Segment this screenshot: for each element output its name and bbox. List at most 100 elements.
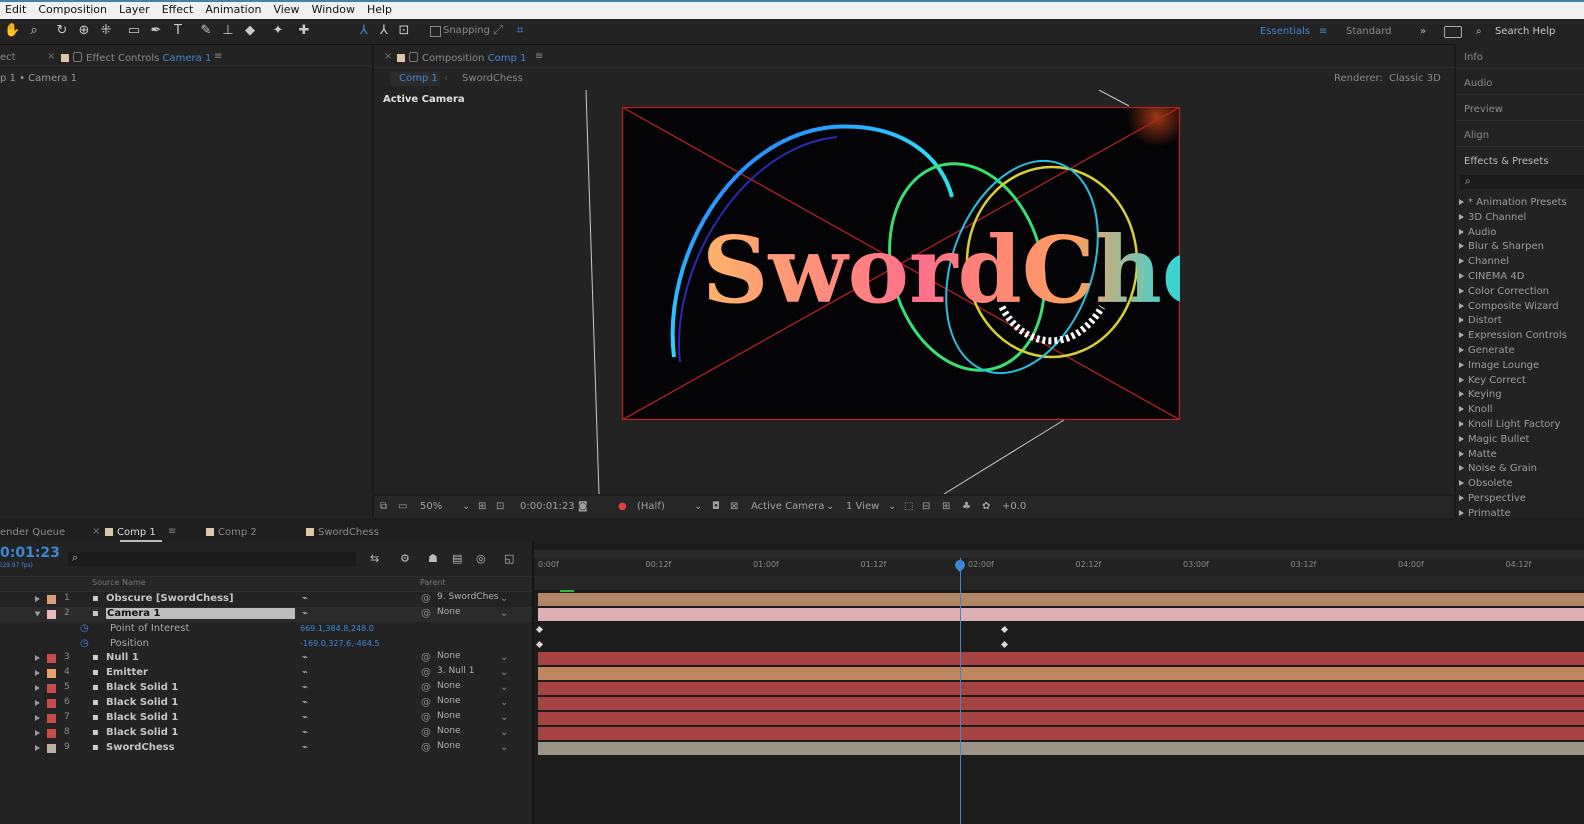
workspace-overflow-icon[interactable]: » bbox=[1420, 26, 1426, 37]
menu-animation[interactable]: Animation bbox=[200, 3, 268, 16]
effect-category[interactable]: Blur & Sharpen bbox=[1459, 241, 1544, 252]
property-value[interactable]: 669.1,384.8,248.0 bbox=[300, 624, 374, 633]
current-time-indicator[interactable] bbox=[960, 558, 961, 824]
breadcrumb-comp1[interactable]: Comp 1 bbox=[399, 73, 438, 84]
expand-triangle-icon[interactable] bbox=[1459, 317, 1464, 324]
shy-switch-icon[interactable]: ⌁ bbox=[302, 712, 308, 723]
puppet-pin-tool-icon[interactable]: ✚ bbox=[296, 23, 312, 39]
keyframe-icon[interactable] bbox=[535, 640, 544, 648]
shy-switch-icon[interactable]: ⌁ bbox=[302, 727, 308, 738]
info-panel-tab[interactable]: Info bbox=[1464, 52, 1483, 63]
effects-presets-panel-tab[interactable]: Effects & Presets bbox=[1464, 156, 1549, 167]
layer-name[interactable]: SwordChess bbox=[106, 742, 175, 753]
brush-tool-icon[interactable]: ✎ bbox=[198, 23, 214, 39]
layer-label-color[interactable] bbox=[47, 713, 56, 723]
flowchart-icon[interactable]: ♣ bbox=[962, 501, 971, 512]
transparency-grid-icon[interactable]: ⊠ bbox=[730, 501, 738, 512]
chevron-down-icon[interactable]: ⌄ bbox=[888, 501, 896, 512]
effect-category[interactable]: Expression Controls bbox=[1459, 330, 1567, 341]
layer-name[interactable]: Emitter bbox=[106, 667, 148, 678]
expand-triangle-icon[interactable] bbox=[1459, 450, 1464, 457]
roto-brush-tool-icon[interactable]: ✦ bbox=[270, 23, 286, 39]
effects-search-input[interactable] bbox=[1460, 175, 1584, 189]
stopwatch-icon[interactable]: ◷ bbox=[80, 623, 89, 634]
snapshot-icon[interactable]: ◙ bbox=[578, 501, 588, 512]
layer-name[interactable]: Black Solid 1 bbox=[106, 697, 178, 708]
layer-duration-bar[interactable] bbox=[538, 607, 1584, 621]
keyframe-icon[interactable] bbox=[1000, 640, 1009, 648]
effect-category[interactable]: * Animation Presets bbox=[1459, 197, 1567, 208]
layer-duration-bar[interactable] bbox=[538, 593, 1584, 606]
expand-triangle-icon[interactable] bbox=[1459, 509, 1464, 516]
property-row[interactable]: ◷ Point of Interest 669.1,384.8,248.0 bbox=[0, 622, 532, 637]
property-value[interactable]: -169.0,327.6,-464.5 bbox=[300, 639, 380, 648]
menu-composition[interactable]: Composition bbox=[33, 3, 114, 16]
search-help-field[interactable]: Search Help bbox=[1495, 26, 1555, 37]
expand-triangle-icon[interactable] bbox=[1459, 332, 1464, 339]
pickwhip-icon[interactable]: @ bbox=[421, 682, 431, 693]
always-preview-icon[interactable]: ⧉ bbox=[380, 501, 387, 512]
view-layout-select[interactable]: 1 View bbox=[846, 501, 879, 512]
expand-triangle-icon[interactable] bbox=[1459, 273, 1464, 279]
layer-twirl-icon[interactable] bbox=[35, 714, 40, 721]
zoom-select[interactable]: 50% bbox=[420, 501, 442, 512]
effect-category[interactable]: Color Correction bbox=[1459, 286, 1549, 297]
time-ruler[interactable] bbox=[534, 558, 1584, 576]
shy-switch-icon[interactable]: ⌁ bbox=[302, 742, 308, 753]
effect-category[interactable]: Audio bbox=[1459, 227, 1496, 238]
layer-row[interactable]: 2 ▪ Camera 1 ⌁ @ None ⌄ bbox=[0, 606, 532, 622]
composition-tab[interactable]: Composition Comp 1 bbox=[397, 52, 526, 64]
frame-blending-icon[interactable]: ▤ bbox=[452, 552, 462, 565]
layer-row[interactable]: 3 ▪ Null 1 ⌁ @ None ⌄ bbox=[0, 651, 532, 666]
hand-tool-icon[interactable]: ✋ bbox=[4, 23, 20, 39]
expand-triangle-icon[interactable] bbox=[1459, 361, 1464, 368]
expand-triangle-icon[interactable] bbox=[1459, 376, 1464, 383]
chevron-down-icon[interactable]: ⌄ bbox=[500, 652, 508, 663]
layer-label-color[interactable] bbox=[47, 728, 56, 738]
menu-edit[interactable]: Edit bbox=[0, 3, 33, 16]
pan-behind-tool-icon[interactable]: ⁜ bbox=[98, 23, 114, 39]
pickwhip-icon[interactable]: @ bbox=[421, 727, 431, 738]
shy-switch-icon[interactable]: ⌁ bbox=[302, 652, 308, 663]
expand-triangle-icon[interactable] bbox=[1459, 258, 1464, 265]
clone-stamp-tool-icon[interactable]: ⊥ bbox=[220, 23, 236, 39]
pickwhip-icon[interactable]: @ bbox=[421, 712, 431, 723]
expand-triangle-icon[interactable] bbox=[1459, 465, 1464, 472]
chevron-down-icon[interactable]: ⌄ bbox=[500, 667, 508, 678]
chevron-down-icon[interactable]: ⌄ bbox=[500, 682, 508, 693]
channel-icon[interactable]: ● bbox=[618, 501, 627, 512]
tab-render-queue[interactable]: ender Queue bbox=[0, 527, 65, 538]
tab-comp2[interactable]: Comp 2 bbox=[206, 527, 257, 538]
shy-switch-icon[interactable]: ⌁ bbox=[302, 608, 308, 619]
layer-twirl-icon[interactable] bbox=[35, 670, 40, 677]
effect-category[interactable]: Obsolete bbox=[1459, 478, 1513, 489]
layer-name[interactable]: Obscure [SwordChess] bbox=[106, 593, 234, 604]
expand-triangle-icon[interactable] bbox=[1459, 406, 1464, 413]
shy-switch-icon[interactable]: ⌁ bbox=[302, 593, 308, 604]
layer-row[interactable]: 8 ▪ Black Solid 1 ⌁ @ None ⌄ bbox=[0, 726, 532, 741]
chevron-down-icon[interactable]: ⌄ bbox=[462, 501, 470, 512]
effect-category[interactable]: CINEMA 4D bbox=[1459, 271, 1524, 282]
chevron-down-icon[interactable]: ⌄ bbox=[500, 593, 508, 604]
effect-category[interactable]: Knoll bbox=[1459, 404, 1493, 415]
world-axis-icon[interactable]: ⅄ bbox=[376, 23, 392, 39]
pickwhip-icon[interactable]: @ bbox=[421, 667, 431, 678]
layer-twirl-icon[interactable] bbox=[35, 596, 40, 602]
layer-label-color[interactable] bbox=[47, 609, 56, 619]
panel-menu-icon[interactable]: ≡ bbox=[168, 526, 176, 537]
layer-label-color[interactable] bbox=[47, 698, 56, 708]
exposure-value[interactable]: +0.0 bbox=[1002, 501, 1026, 512]
layer-twirl-icon[interactable] bbox=[35, 744, 40, 751]
expand-triangle-icon[interactable] bbox=[1459, 199, 1464, 205]
layer-label-color[interactable] bbox=[47, 684, 56, 694]
layer-twirl-icon[interactable] bbox=[35, 699, 40, 706]
view-axis-icon[interactable]: ⊡ bbox=[396, 23, 412, 39]
rectangle-tool-icon[interactable]: ▭ bbox=[126, 23, 142, 39]
rotate-tool-icon[interactable]: ↻ bbox=[54, 23, 70, 39]
workspace-essentials[interactable]: Essentials bbox=[1260, 26, 1310, 37]
keyframe-icon[interactable] bbox=[1000, 625, 1009, 633]
expand-triangle-icon[interactable] bbox=[1459, 435, 1464, 442]
layer-duration-bar[interactable] bbox=[538, 711, 1584, 725]
workspace-menu-icon[interactable]: ≡ bbox=[1319, 26, 1327, 37]
expand-triangle-icon[interactable] bbox=[1459, 213, 1464, 220]
